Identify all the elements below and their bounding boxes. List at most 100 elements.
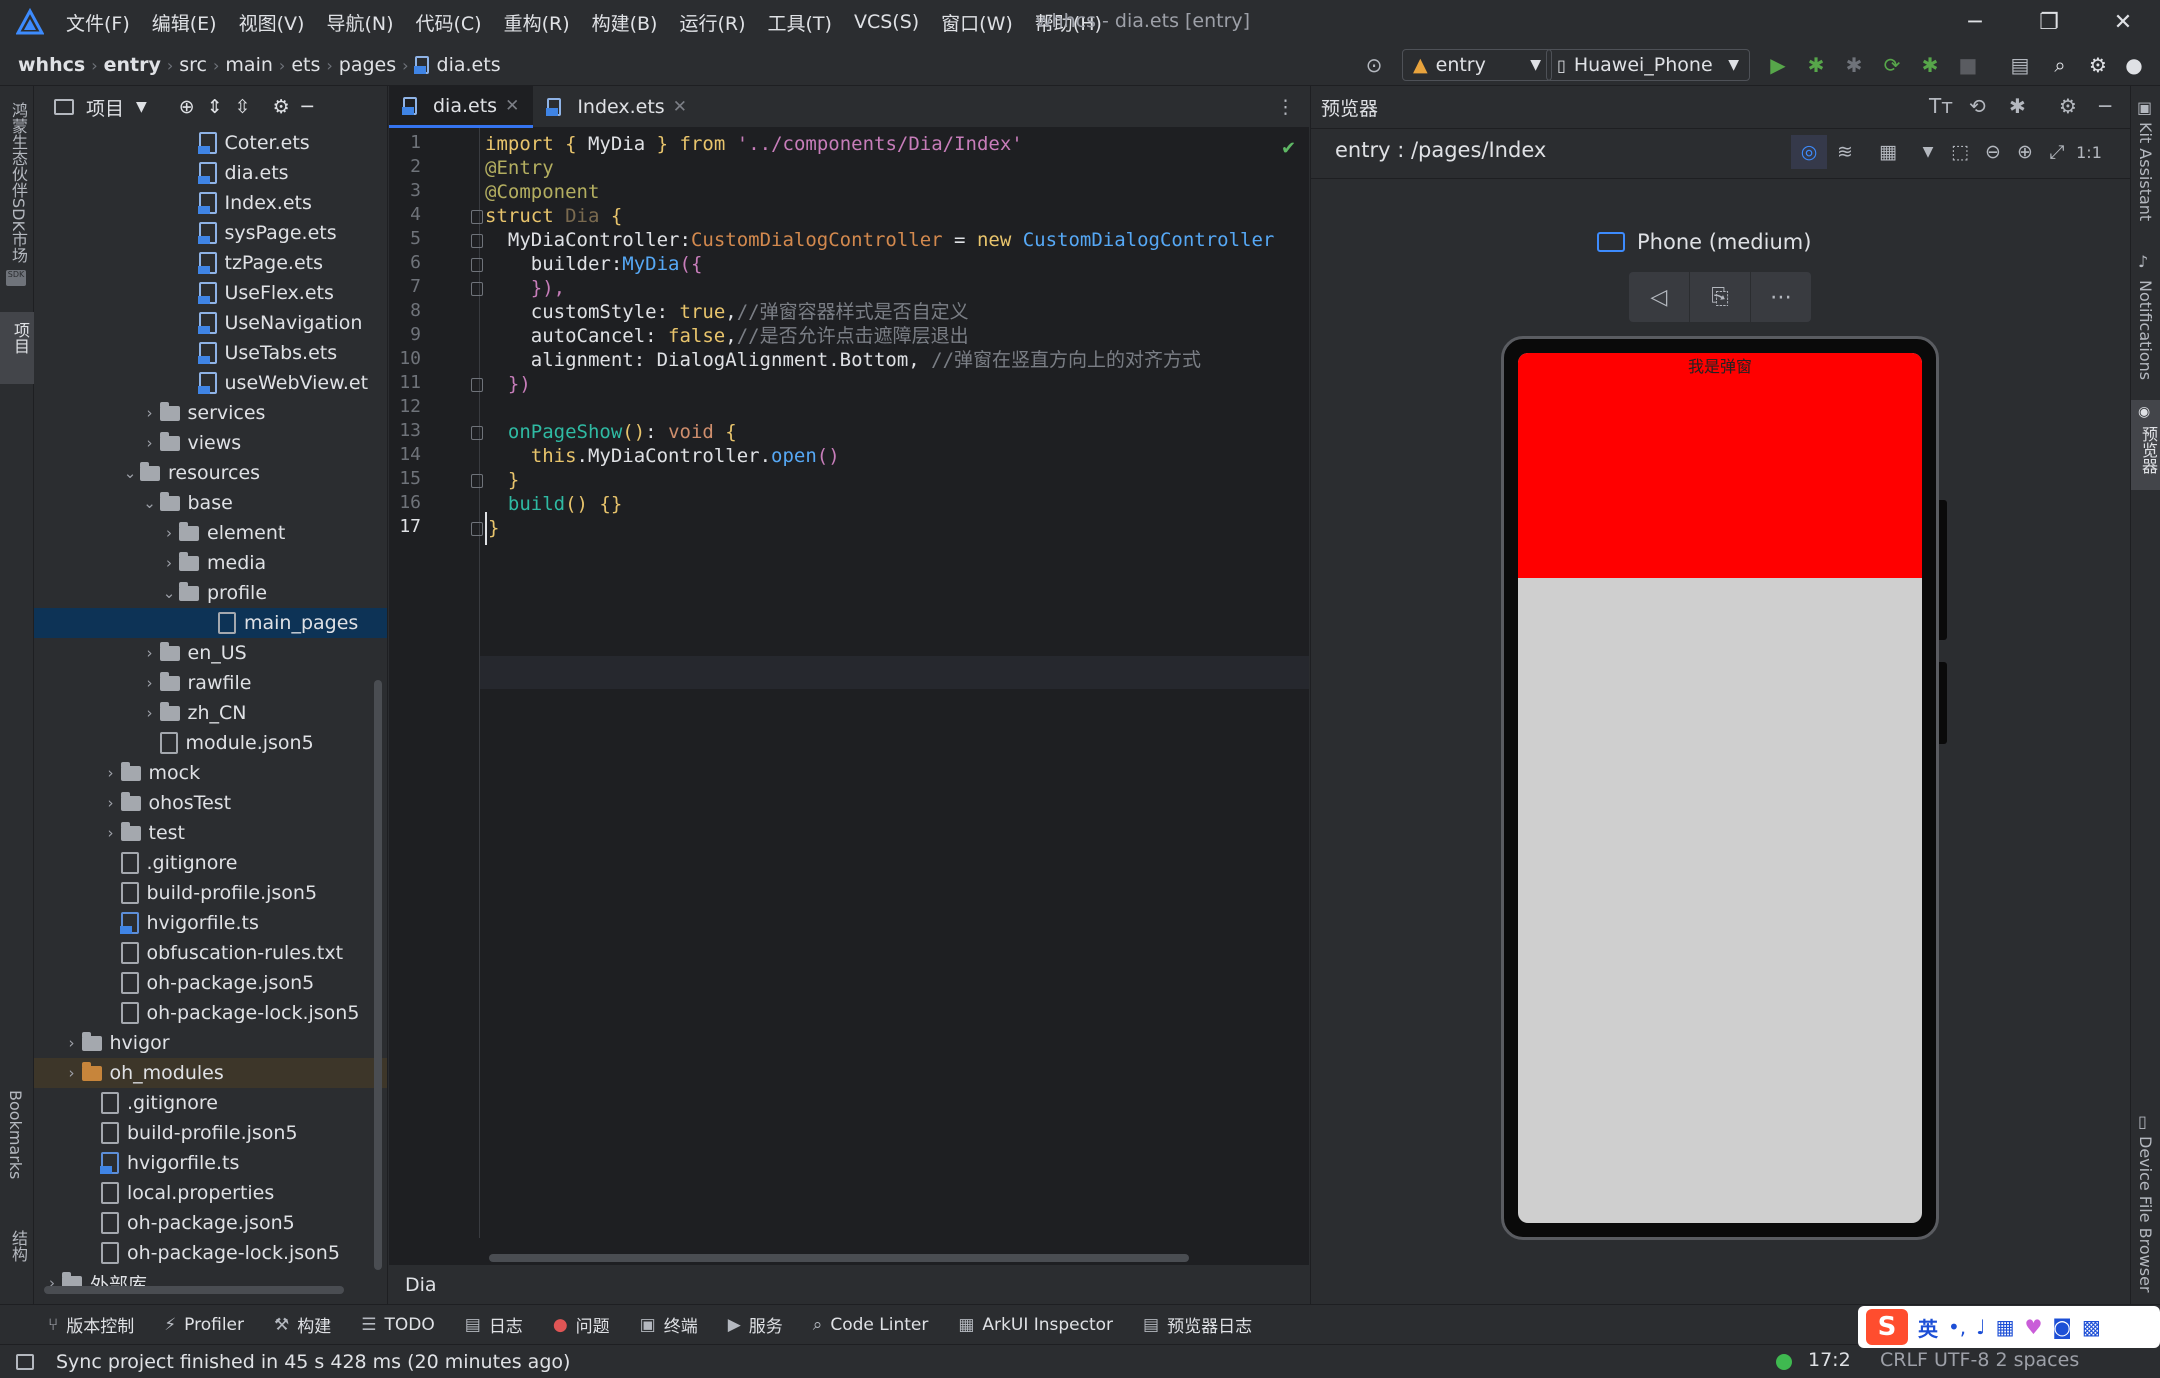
breadcrumb-main[interactable]: main xyxy=(225,54,272,76)
fit-screen-icon[interactable]: ⬚ xyxy=(1943,135,1977,169)
fold-marker-icon[interactable] xyxy=(471,522,483,536)
tree-file[interactable]: hvigorfile.ts xyxy=(34,1148,387,1178)
project-structure-icon[interactable]: ▤ xyxy=(2008,53,2032,77)
tree-file[interactable]: Index.ets xyxy=(34,188,387,218)
attach-debugger-icon[interactable]: ✱ xyxy=(1842,53,1866,77)
locate-icon[interactable]: ⊕ xyxy=(179,96,195,118)
tree-file[interactable]: oh-package-lock.json5 xyxy=(34,998,387,1028)
punctuation-icon[interactable]: •, xyxy=(1948,1315,1966,1339)
tree-file[interactable]: .gitignore xyxy=(34,1088,387,1118)
tree-folder[interactable]: › test xyxy=(34,818,387,848)
tree-folder[interactable]: › element xyxy=(34,518,387,548)
tree-file[interactable]: useWebView.et xyxy=(34,368,387,398)
structure-crumb[interactable]: Dia xyxy=(405,1274,437,1296)
close-tab-icon[interactable]: ✕ xyxy=(673,97,687,117)
tree-file[interactable]: hvigorfile.ts xyxy=(34,908,387,938)
tree-hscrollbar[interactable] xyxy=(44,1286,344,1294)
tree-scrollbar[interactable] xyxy=(374,680,382,1270)
sdk-market-tab[interactable]: 鸿蒙生态伙伴SDK市场 xyxy=(6,102,30,263)
expand-all-icon[interactable]: ⇕ xyxy=(207,96,223,118)
breadcrumb-src[interactable]: src xyxy=(179,54,207,76)
fullscreen-icon[interactable]: ⤢ xyxy=(2041,135,2073,169)
tree-file[interactable]: oh-package.json5 xyxy=(34,968,387,998)
tree-folder[interactable]: › oh_modules xyxy=(34,1058,387,1088)
tree-folder[interactable]: › media xyxy=(34,548,387,578)
game-icon[interactable]: ◙ xyxy=(2052,1315,2071,1339)
tree-file[interactable]: Coter.ets xyxy=(34,128,387,158)
chevron-right-icon[interactable]: › xyxy=(159,554,179,572)
tool-terminal[interactable]: ▣ 终端 xyxy=(640,1312,698,1338)
tree-file[interactable]: obfuscation-rules.txt xyxy=(34,938,387,968)
chevron-right-icon[interactable]: › xyxy=(101,794,121,812)
custom-dialog[interactable]: 我是弹窗 xyxy=(1518,353,1922,578)
chevron-down-icon[interactable]: ⌄ xyxy=(120,464,140,482)
zoom-out-icon[interactable]: ⊖ xyxy=(1977,135,2009,169)
breadcrumb-ets[interactable]: ets xyxy=(291,54,320,76)
project-panel-title[interactable]: 项目 xyxy=(86,94,124,121)
inspector-icon[interactable]: ✱ xyxy=(2009,94,2026,118)
fold-marker-icon[interactable] xyxy=(471,258,483,272)
chevron-right-icon[interactable]: › xyxy=(140,404,160,422)
editor-hscrollbar[interactable] xyxy=(489,1254,1189,1262)
tree-file[interactable]: build-profile.json5 xyxy=(34,878,387,908)
apply-changes-icon[interactable]: ✱ xyxy=(1918,53,1942,77)
sogou-logo-icon[interactable]: S xyxy=(1866,1309,1908,1345)
breadcrumb-file[interactable]: dia.ets xyxy=(437,54,501,76)
breadcrumb-project[interactable]: whhcs xyxy=(18,54,85,76)
rerun-icon[interactable]: ⟳ xyxy=(1880,53,1904,77)
device-file-browser-tab[interactable]: Device File Browser xyxy=(2136,1136,2155,1293)
tree-file[interactable]: sysPage.ets xyxy=(34,218,387,248)
tab-dia-ets[interactable]: dia.ets ✕ xyxy=(389,86,534,128)
code-content[interactable]: import { MyDia } from '../components/Dia… xyxy=(485,128,1309,1258)
tree-file[interactable]: main_pages xyxy=(34,608,387,638)
more-icon[interactable]: ⋯ xyxy=(1751,272,1811,322)
chevron-down-icon[interactable]: ⌄ xyxy=(140,494,160,512)
tool-problems[interactable]: ● 问题 xyxy=(553,1312,610,1338)
stop-icon[interactable]: ■ xyxy=(1956,53,1980,77)
file-encoding-info[interactable]: CRLF UTF-8 2 spaces xyxy=(1880,1349,2079,1371)
panel-toggle-icon[interactable] xyxy=(16,1353,34,1370)
tree-file[interactable]: oh-package.json5 xyxy=(34,1208,387,1238)
microphone-icon[interactable]: ♩ xyxy=(1976,1315,1985,1339)
more-options-icon[interactable]: ⋮ xyxy=(1276,96,1295,118)
keyboard-icon[interactable]: ▦ xyxy=(1996,1315,2015,1339)
chevron-right-icon[interactable]: › xyxy=(140,674,160,692)
collapse-all-icon[interactable]: ⇳ xyxy=(235,96,251,118)
back-icon[interactable]: ◁ xyxy=(1629,272,1690,322)
dropdown-arrow-icon[interactable]: ▼ xyxy=(1913,135,1943,169)
refresh-icon[interactable]: ⟲ xyxy=(1969,94,1986,118)
tree-file[interactable]: tzPage.ets xyxy=(34,248,387,278)
tree-folder[interactable]: › rawfile xyxy=(34,668,387,698)
run-icon[interactable]: ▶ xyxy=(1766,53,1790,77)
tree-folder[interactable]: › services xyxy=(34,398,387,428)
notifications-tab[interactable]: Notifications xyxy=(2136,280,2155,380)
menu-refactor[interactable]: 重构(R) xyxy=(504,9,570,36)
tree-file[interactable]: oh-package-lock.json5 xyxy=(34,1238,387,1268)
chevron-right-icon[interactable]: › xyxy=(140,434,160,452)
device-select[interactable]: ▯ Huawei_Phone ▼ xyxy=(1546,49,1750,81)
tree-file[interactable]: local.properties xyxy=(34,1178,387,1208)
project-tab[interactable]: 项目 xyxy=(0,312,34,384)
tree-folder[interactable]: › en_US xyxy=(34,638,387,668)
hide-panel-icon[interactable]: ─ xyxy=(302,96,313,118)
menu-code[interactable]: 代码(C) xyxy=(415,9,481,36)
tree-file[interactable]: UseTabs.ets xyxy=(34,338,387,368)
menu-navigate[interactable]: 导航(N) xyxy=(326,9,393,36)
preview-mode-icon[interactable]: ◎ xyxy=(1791,135,1827,169)
menu-file[interactable]: 文件(F) xyxy=(66,9,130,36)
menu-view[interactable]: 视图(V) xyxy=(239,9,305,36)
restore-icon[interactable]: ❐ xyxy=(2012,0,2086,44)
tree-folder[interactable]: › hvigor xyxy=(34,1028,387,1058)
multi-device-icon[interactable]: ▦ xyxy=(1863,135,1913,169)
tree-folder[interactable]: ⌄ resources xyxy=(34,458,387,488)
close-tab-icon[interactable]: ✕ xyxy=(505,96,519,116)
fold-marker-icon[interactable] xyxy=(471,378,483,392)
tool-vcs[interactable]: ⑂ 版本控制 xyxy=(48,1312,134,1338)
fold-marker-icon[interactable] xyxy=(471,210,483,224)
settings-icon[interactable]: ⚙ xyxy=(273,96,290,118)
chevron-right-icon[interactable]: › xyxy=(140,644,160,662)
tool-code-linter[interactable]: ⌕ Code Linter xyxy=(813,1315,929,1335)
tree-file[interactable]: UseNavigation xyxy=(34,308,387,338)
tree-folder[interactable]: ⌄ profile xyxy=(34,578,387,608)
target-icon[interactable]: ⊙ xyxy=(1362,53,1386,77)
